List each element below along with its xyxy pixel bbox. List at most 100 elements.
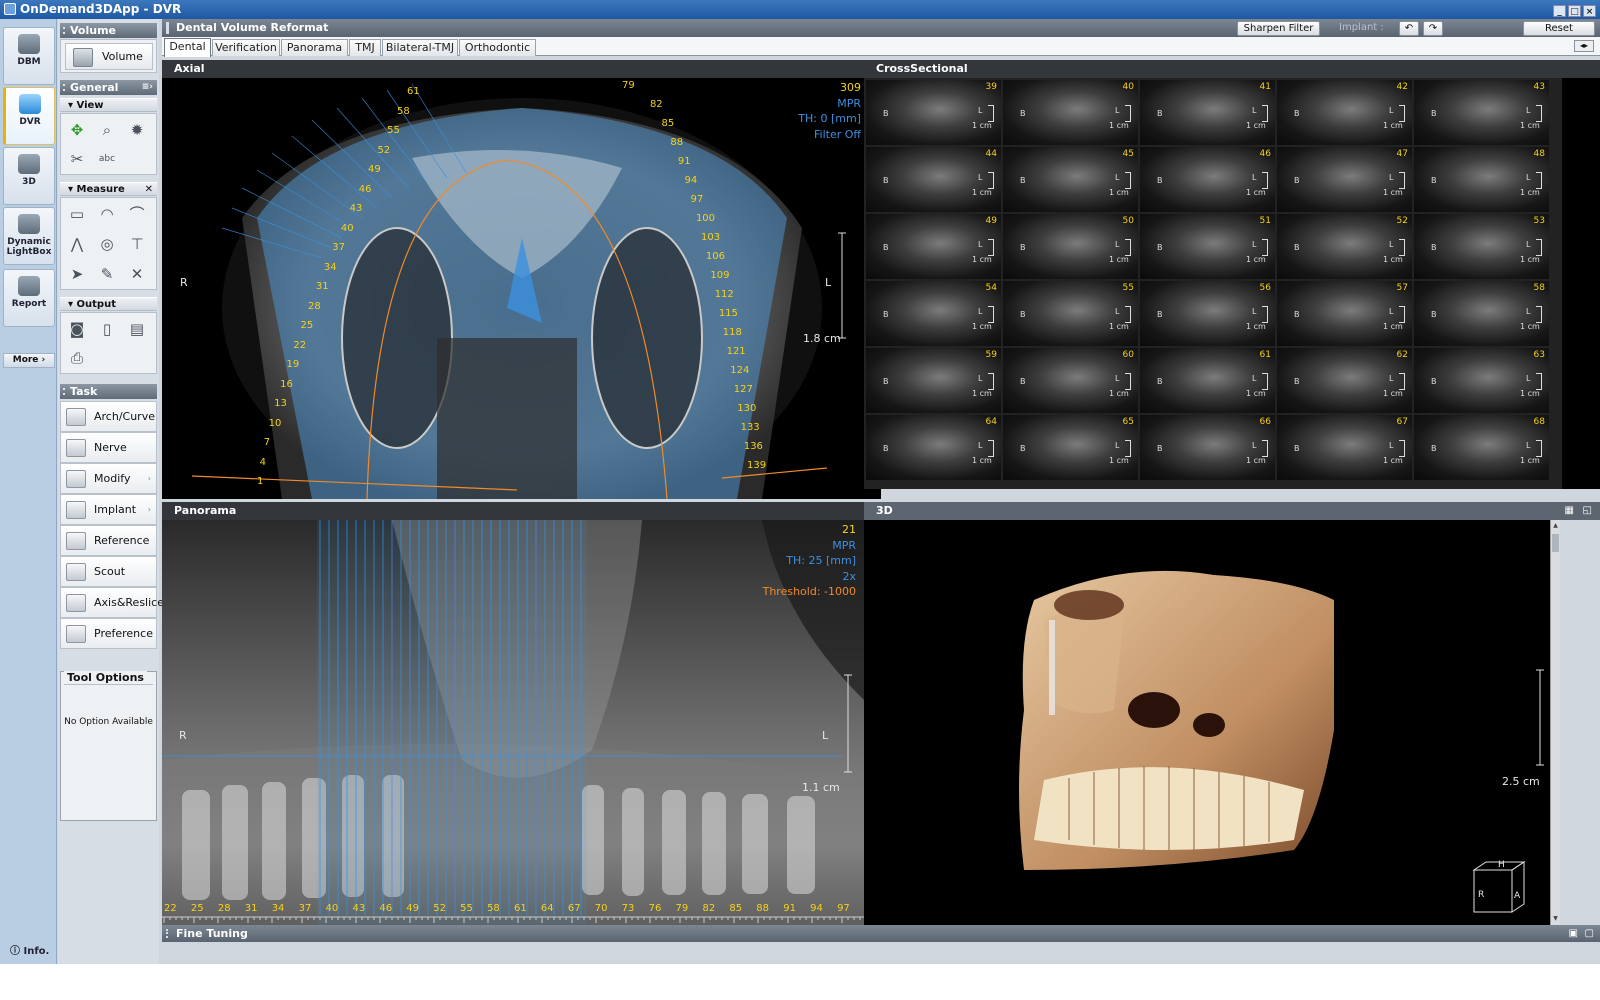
nav-item-dvr[interactable]: DVR <box>3 87 55 145</box>
cross-section-slice[interactable]: 55 B L 1 cm <box>1003 281 1138 346</box>
fine-tuning-bar[interactable]: Fine Tuning ▣ ▢ <box>162 925 1600 942</box>
zoom-icon[interactable]: ⌕ <box>94 117 120 143</box>
profile-icon[interactable]: ⋀ <box>64 231 90 257</box>
output-subheader[interactable]: ▾ Output <box>60 297 157 311</box>
camera-icon[interactable]: ◙ <box>64 316 90 342</box>
tab-verification[interactable]: Verification <box>212 39 280 56</box>
cross-section-slice[interactable]: 48 B L 1 cm <box>1414 147 1549 212</box>
region-icon[interactable]: ◎ <box>94 231 120 257</box>
cross-section-slice[interactable]: 40 B L 1 cm <box>1003 80 1138 145</box>
cross-section-slice[interactable]: 43 B L 1 cm <box>1414 80 1549 145</box>
layout-toggle-icon[interactable]: ◂▸ <box>1574 40 1594 52</box>
close-icon[interactable]: × <box>1583 5 1596 17</box>
scissors-icon[interactable]: ✂ <box>64 146 90 172</box>
cross-section-slice[interactable]: 51 B L 1 cm <box>1140 214 1275 279</box>
save-icon[interactable]: ▣ <box>1569 925 1578 942</box>
tab-tmj[interactable]: TMJ <box>349 39 381 56</box>
delete-icon[interactable]: ✕ <box>124 261 150 287</box>
cross-section-slice[interactable]: 68 B L 1 cm <box>1414 415 1549 480</box>
cross-section-slice[interactable]: 67 B L 1 cm <box>1277 415 1412 480</box>
nav-item-dynamic-lightbox[interactable]: Dynamic LightBox <box>3 207 55 265</box>
cross-section-slice[interactable]: 50 B L 1 cm <box>1003 214 1138 279</box>
cross-section-slice[interactable]: 64 B L 1 cm <box>866 415 1001 480</box>
undo-icon[interactable]: ↶ <box>1399 21 1419 36</box>
scroll-up-icon[interactable]: ▲ <box>1552 522 1559 530</box>
cross-section-slice[interactable]: 58 B L 1 cm <box>1414 281 1549 346</box>
cross-section-slice[interactable]: 63 B L 1 cm <box>1414 348 1549 413</box>
nav-item-report[interactable]: Report <box>3 269 55 327</box>
collapse-icon[interactable]: ≡› <box>142 80 153 95</box>
cross-section-slice[interactable]: 54 B L 1 cm <box>866 281 1001 346</box>
reset-button[interactable]: Reset <box>1523 21 1595 36</box>
threed-scrollbar[interactable]: ▲ ▼ <box>1550 520 1560 925</box>
curve-measure-icon[interactable]: ◠ <box>94 201 120 227</box>
annotation-icon[interactable]: abc <box>94 146 120 172</box>
cross-section-slice[interactable]: 41 B L 1 cm <box>1140 80 1275 145</box>
scroll-down-icon[interactable]: ▼ <box>1552 915 1559 923</box>
task-implant[interactable]: Implant › <box>60 494 157 525</box>
brightness-icon[interactable]: ✹ <box>124 117 150 143</box>
volume-button[interactable]: Volume <box>65 43 153 70</box>
draw-icon[interactable]: ✎ <box>94 261 120 287</box>
ruler-icon[interactable]: ▭ <box>64 201 90 227</box>
folder-icon[interactable]: ▢ <box>1585 925 1594 942</box>
maximize-view-icon[interactable]: ◱ <box>1583 502 1592 520</box>
cross-section-slice[interactable]: 47 B L 1 cm <box>1277 147 1412 212</box>
measure-subheader[interactable]: ▾ Measure ✕ <box>60 182 157 196</box>
task-modify[interactable]: Modify › <box>60 463 157 494</box>
export-icon[interactable]: ▤ <box>124 316 150 342</box>
cross-section-slice[interactable]: 61 B L 1 cm <box>1140 348 1275 413</box>
info-link[interactable]: ⓘ Info. <box>10 942 49 957</box>
arch-position-label: 103 <box>701 232 721 243</box>
view-subheader[interactable]: ▾ View <box>60 98 157 112</box>
clipboard-icon[interactable]: ▯ <box>94 316 120 342</box>
tab-panorama[interactable]: Panorama <box>281 39 348 56</box>
task-preference[interactable]: Preference <box>60 618 157 649</box>
tab-dental[interactable]: Dental <box>164 38 211 57</box>
marker-icon[interactable]: ⊤ <box>124 231 150 257</box>
threed-view[interactable]: 2.5 cm H R A <box>864 520 1550 925</box>
sharpen-filter-button[interactable]: Sharpen Filter <box>1237 21 1320 36</box>
maximize-icon[interactable]: □ <box>1568 5 1581 17</box>
minimize-icon[interactable]: _ <box>1553 5 1566 17</box>
axial-view[interactable]: 1 4 7 10 13 16 19 22 25 28 31 34 37 40 43 46 49 52 55 58 61 7… <box>162 78 881 499</box>
cross-section-slice[interactable]: 60 B L 1 cm <box>1003 348 1138 413</box>
report-icon <box>18 276 40 296</box>
measure-settings-icon[interactable]: ✕ <box>145 183 153 197</box>
cross-section-slice[interactable]: 59 B L 1 cm <box>866 348 1001 413</box>
cross-section-slice[interactable]: 57 B L 1 cm <box>1277 281 1412 346</box>
cross-section-slice[interactable]: 46 B L 1 cm <box>1140 147 1275 212</box>
nav-item-3d[interactable]: 3D <box>3 147 55 205</box>
redo-icon[interactable]: ↷ <box>1423 21 1443 36</box>
tab-orthodontic[interactable]: Orthodontic <box>459 39 536 56</box>
cross-section-slice[interactable]: 49 B L 1 cm <box>866 214 1001 279</box>
angle-icon[interactable]: ⌒ <box>124 201 150 227</box>
task-arch-curve[interactable]: Arch/Curve <box>60 401 157 432</box>
cross-section-slice[interactable]: 39 B L 1 cm <box>866 80 1001 145</box>
cross-section-slice[interactable]: 56 B L 1 cm <box>1140 281 1275 346</box>
task-scout[interactable]: Scout <box>60 556 157 587</box>
task-nerve[interactable]: Nerve <box>60 432 157 463</box>
cross-section-slice[interactable]: 53 B L 1 cm <box>1414 214 1549 279</box>
tab-bilateral-tmj[interactable]: Bilateral-TMJ <box>382 39 458 56</box>
grid-layout-icon[interactable]: ▦ <box>1565 502 1574 520</box>
general-header[interactable]: General ≡› <box>60 80 157 95</box>
cross-section-slice[interactable]: 42 B L 1 cm <box>1277 80 1412 145</box>
pan-icon[interactable]: ✥ <box>64 117 90 143</box>
cross-section-slice[interactable]: 66 B L 1 cm <box>1140 415 1275 480</box>
print-icon[interactable]: ⎙ <box>64 345 90 371</box>
cross-section-slice[interactable]: 52 B L 1 cm <box>1277 214 1412 279</box>
cross-section-slice[interactable]: 62 B L 1 cm <box>1277 348 1412 413</box>
cross-section-slice[interactable]: 45 B L 1 cm <box>1003 147 1138 212</box>
task-axis-reslice[interactable]: Axis&Reslice <box>60 587 164 618</box>
cross-section-slice[interactable]: 65 B L 1 cm <box>1003 415 1138 480</box>
pointer-icon[interactable]: ➤ <box>64 261 90 287</box>
panorama-view[interactable]: 21 MPR TH: 25 [mm] 2x Threshold: -1000 R… <box>162 520 864 925</box>
more-button[interactable]: More › <box>3 353 55 368</box>
scroll-thumb[interactable] <box>1552 534 1559 552</box>
cross-section-slice[interactable]: 44 B L 1 cm <box>866 147 1001 212</box>
task-label: Scout <box>94 565 126 578</box>
nav-item-dbm[interactable]: DBM <box>3 27 55 85</box>
cross-sectional-view[interactable]: 39 B L 1 cm 40 B L 1 cm 41 B L 1 cm 42 B L 1 cm 43 B L 1 cm… <box>864 78 1562 489</box>
task-reference[interactable]: Reference <box>60 525 157 556</box>
